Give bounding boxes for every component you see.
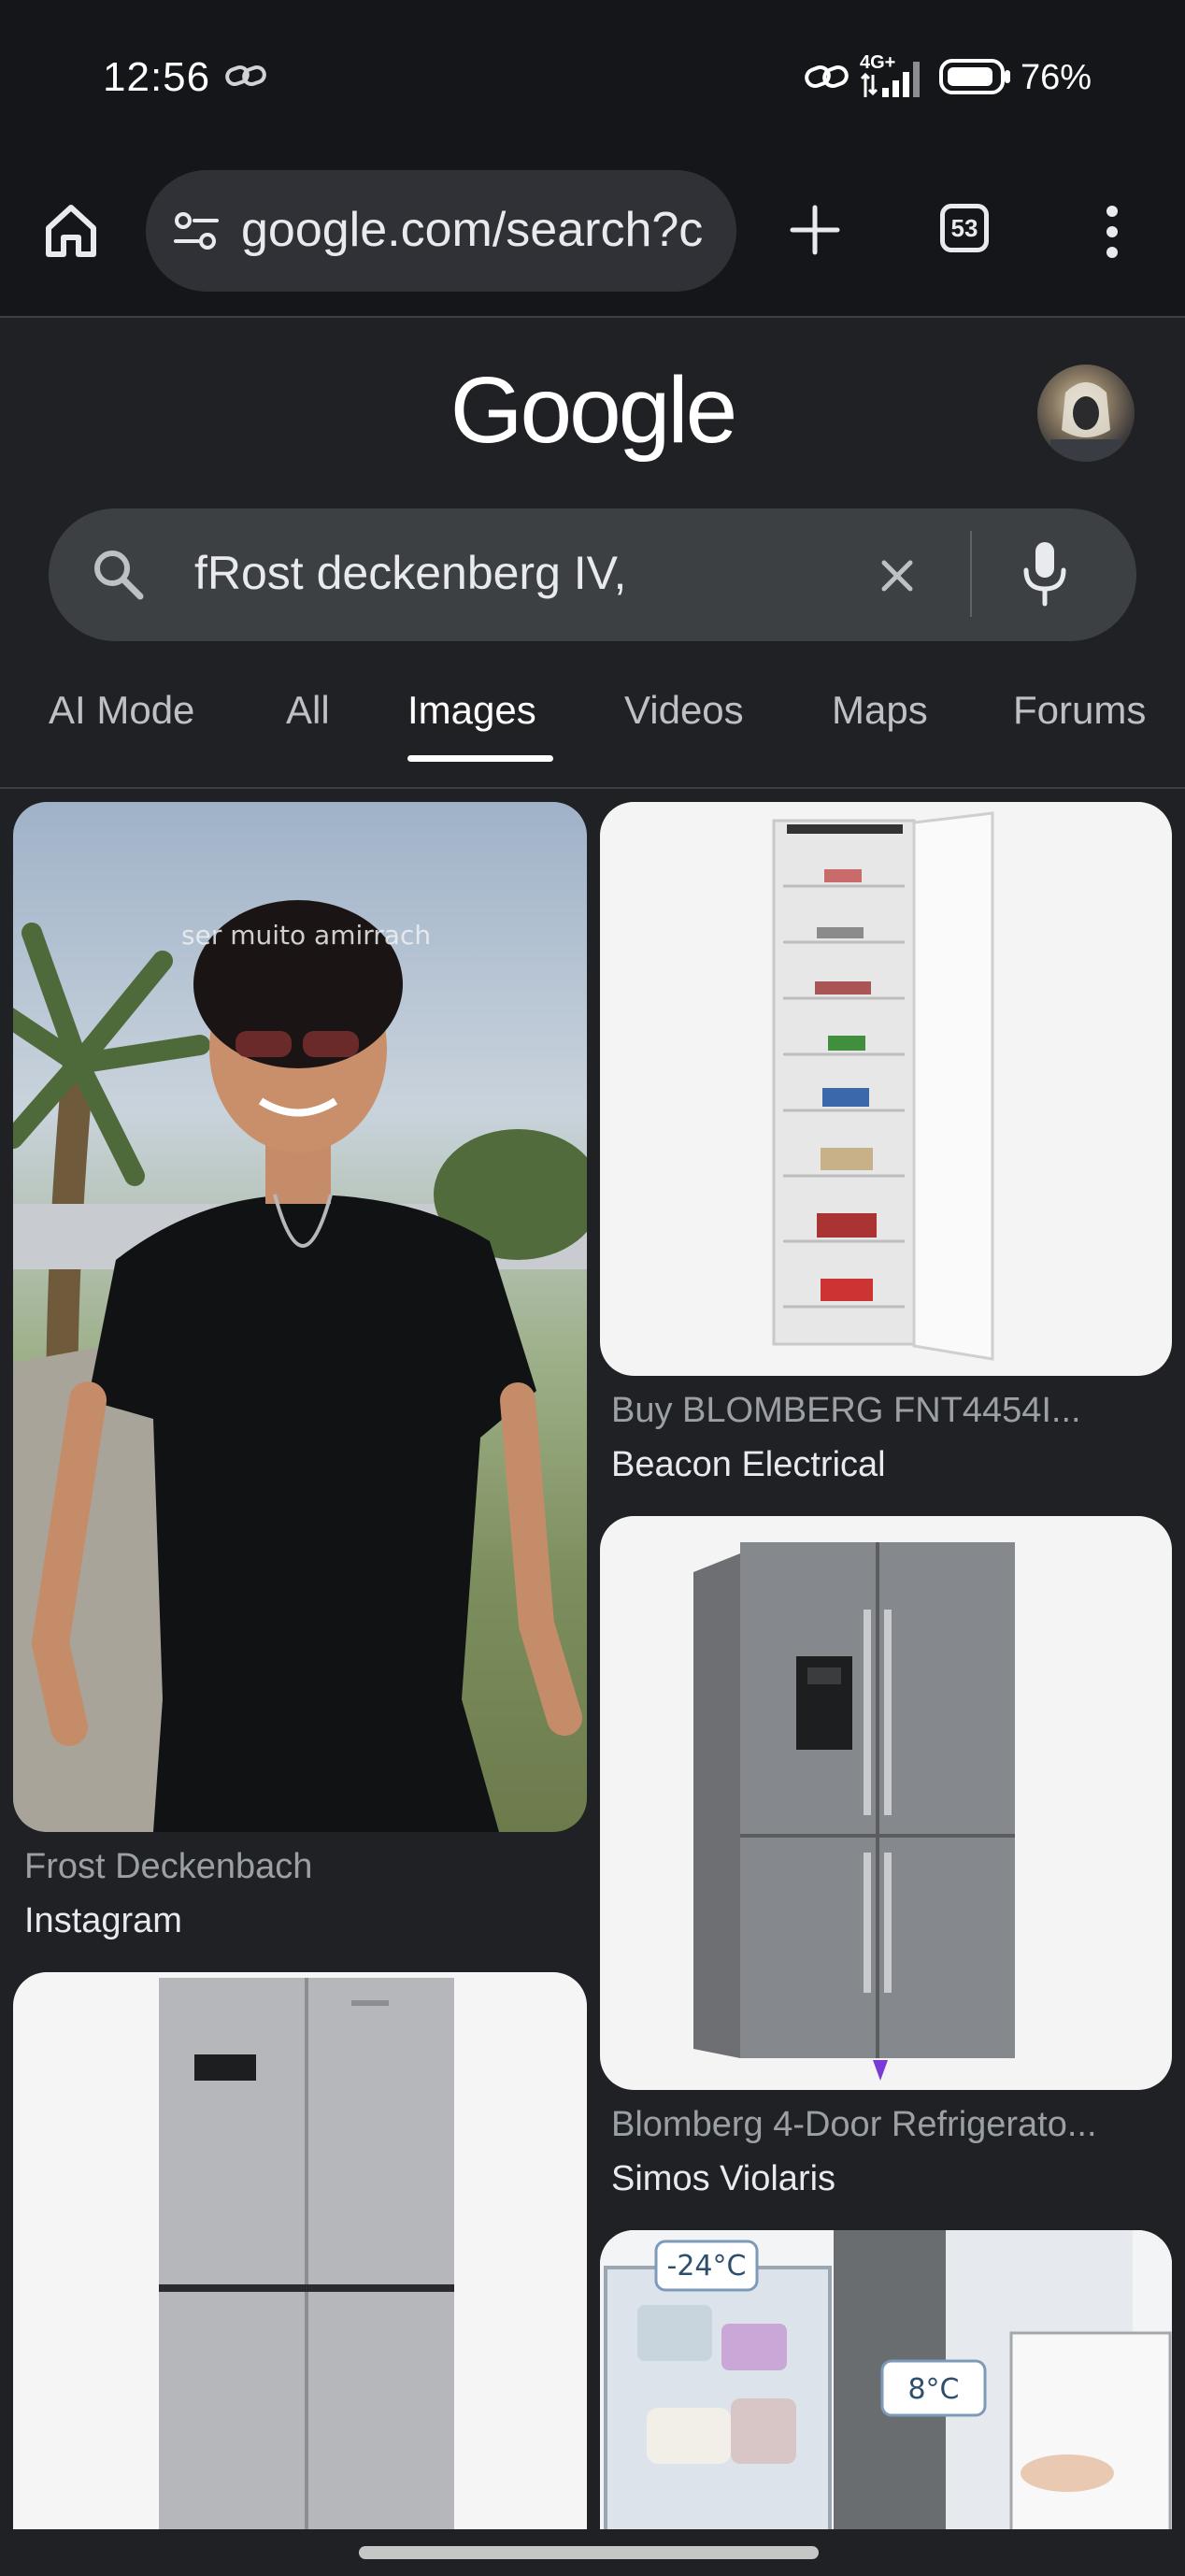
result-image-fridge-4door[interactable] xyxy=(600,1516,1172,2090)
result-source[interactable]: Instagram xyxy=(24,1901,182,1941)
tab-forums[interactable]: Forums xyxy=(1013,688,1146,733)
home-icon[interactable] xyxy=(41,200,101,260)
result-title[interactable]: Buy BLOMBERG FNT4454I... xyxy=(611,1391,1081,1431)
tab-all[interactable]: All xyxy=(286,688,330,733)
home-indicator[interactable] xyxy=(359,2546,819,2559)
result-image-freezer[interactable] xyxy=(600,802,1172,1376)
overflow-menu-icon[interactable] xyxy=(1099,204,1125,260)
result-source[interactable]: Simos Violaris xyxy=(611,2159,835,2199)
battery-icon xyxy=(939,59,1010,94)
signal-icon xyxy=(860,62,920,97)
result-title[interactable]: Blomberg 4-Door Refrigerato... xyxy=(611,2105,1097,2145)
freezer-temp-label: -24°C xyxy=(667,2250,747,2283)
status-time: 12:56 xyxy=(103,54,211,100)
result-title[interactable]: Frost Deckenbach xyxy=(24,1847,312,1887)
search-input[interactable]: fRost deckenberg IV, xyxy=(194,546,626,600)
url-text[interactable]: google.com/search?c xyxy=(241,202,718,258)
tab-switcher-icon[interactable]: 53 xyxy=(940,204,989,252)
image-overlay-caption: ser muito amirrach xyxy=(181,920,431,951)
search-divider xyxy=(970,531,972,617)
fridge-temp-label: 8°C xyxy=(907,2373,959,2406)
tab-maps[interactable]: Maps xyxy=(832,688,928,733)
battery-percent: 76% xyxy=(1021,58,1092,97)
tab-videos[interactable]: Videos xyxy=(624,688,744,733)
google-logo: Google xyxy=(450,358,737,463)
new-tab-icon[interactable] xyxy=(789,204,841,256)
result-image-person[interactable]: ser muito amirrach xyxy=(13,802,587,1832)
link-icon xyxy=(225,64,266,87)
result-source[interactable]: Beacon Electrical xyxy=(611,1445,886,1485)
result-image-fridge-temps[interactable]: -24°C 8°C xyxy=(600,2230,1172,2570)
tab-ai-mode[interactable]: AI Mode xyxy=(49,688,194,733)
result-image-fridge-grey[interactable] xyxy=(13,1972,587,2570)
active-tab-indicator xyxy=(407,755,553,762)
avatar[interactable] xyxy=(1037,365,1135,462)
site-settings-icon[interactable] xyxy=(174,211,219,250)
clear-icon[interactable] xyxy=(878,557,916,594)
search-tabs: AI Mode All Images Videos Maps Forums xyxy=(0,660,1185,789)
microphone-icon[interactable] xyxy=(1021,540,1069,608)
hotspot-icon xyxy=(805,64,849,89)
search-icon xyxy=(94,551,144,600)
tab-images[interactable]: Images xyxy=(407,688,536,733)
